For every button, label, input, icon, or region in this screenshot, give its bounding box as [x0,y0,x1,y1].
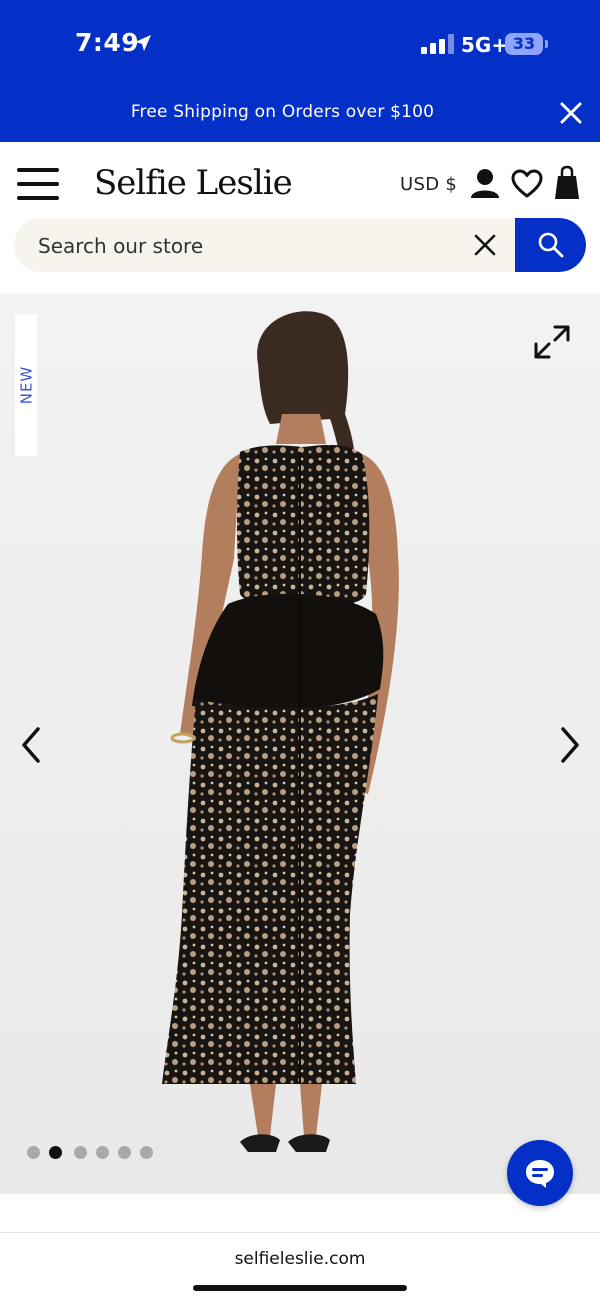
chat-bubble-icon [526,1160,554,1188]
promo-text: Free Shipping on Orders over $100 [130,102,435,122]
carousel-dot[interactable] [27,1146,40,1159]
site-header [0,142,600,226]
new-badge: NEW [15,314,37,456]
product-gallery[interactable] [0,294,600,1194]
search-input[interactable] [36,218,460,272]
search-bar [14,218,586,272]
carousel-dot[interactable] [118,1146,131,1159]
carousel-dot[interactable] [74,1146,87,1159]
home-indicator[interactable] [193,1285,407,1291]
signal-icon [421,34,455,54]
currency-selector[interactable]: USD $ [400,174,457,195]
carousel-dot[interactable] [140,1146,153,1159]
search-icon [538,232,564,258]
battery-icon: 33 [505,33,543,55]
chevron-right-icon[interactable] [557,725,583,765]
hamburger-menu-icon[interactable] [17,168,59,200]
battery-cap [545,40,548,48]
carousel-dot[interactable] [96,1146,109,1159]
search-button[interactable] [515,218,586,272]
expand-icon[interactable] [533,324,571,360]
clear-search-icon[interactable] [472,232,498,258]
network-type: 5G+ [461,33,509,57]
chat-button[interactable] [507,1140,573,1206]
status-bar: 7:49 5G+ 33 [0,0,600,88]
product-image [0,294,600,1194]
wishlist-heart-icon[interactable] [511,169,543,199]
new-badge-label: NEW [17,365,35,405]
browser-url[interactable]: selfieleslie.com [0,1249,600,1269]
account-icon[interactable] [470,168,500,200]
address-bar-divider [0,1232,600,1233]
carousel-dot-active[interactable] [49,1146,62,1159]
site-logo[interactable]: Selfie Leslie [94,163,293,203]
status-time: 7:49 [75,28,140,57]
chevron-left-icon[interactable] [18,725,44,765]
close-icon[interactable] [558,100,584,126]
location-arrow-icon [135,35,151,51]
shopping-bag-icon[interactable] [554,165,580,201]
promo-bar: Free Shipping on Orders over $100 [0,88,600,142]
